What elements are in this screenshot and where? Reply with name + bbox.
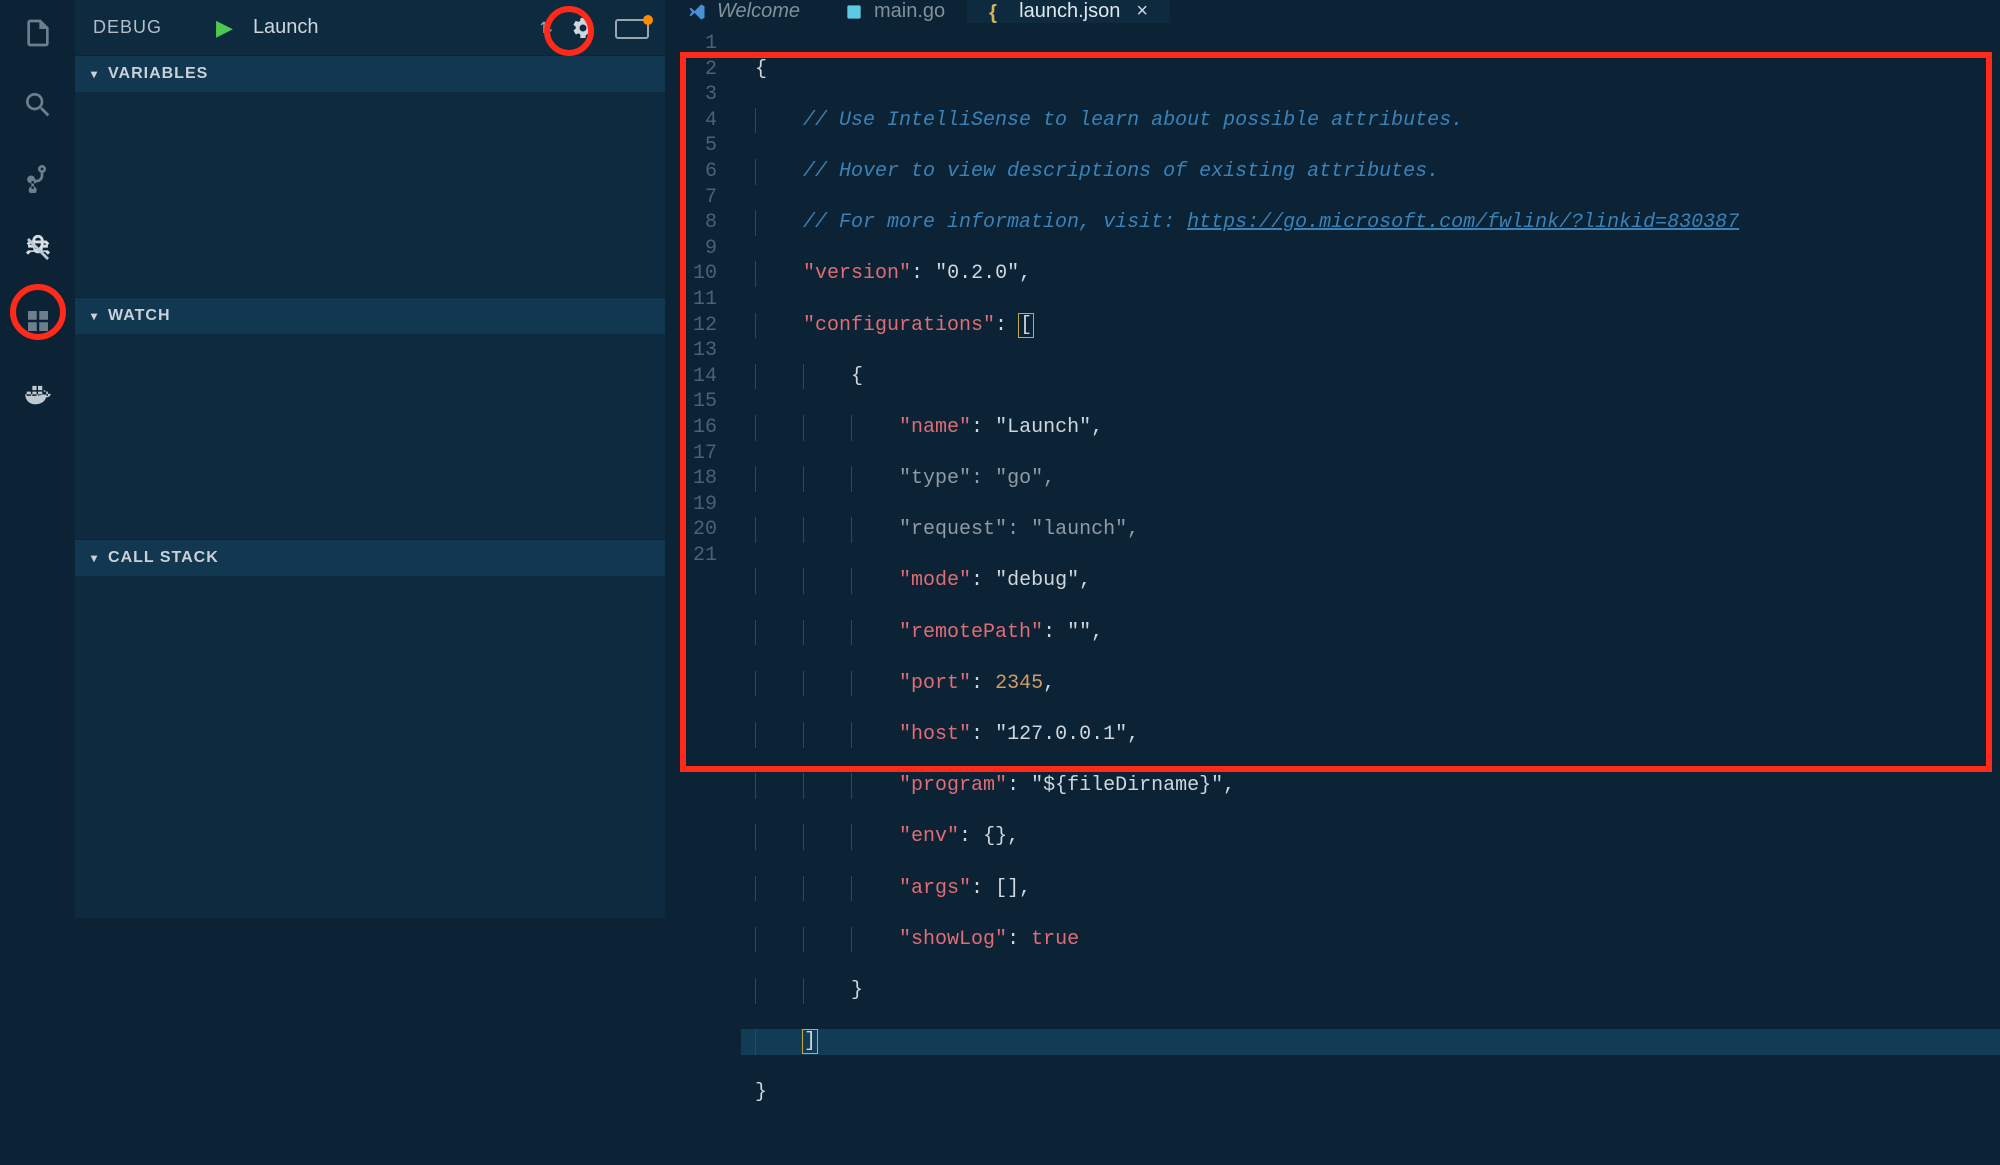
watch-body [75, 334, 665, 539]
extensions-icon[interactable] [20, 303, 56, 339]
close-icon[interactable]: × [1136, 0, 1148, 23]
debug-icon[interactable] [20, 231, 56, 267]
variables-body [75, 92, 665, 297]
config-stepper[interactable]: ⇅ [536, 18, 557, 38]
source-control-icon[interactable] [20, 159, 56, 195]
debug-console-icon[interactable] [615, 19, 647, 37]
editor-area: Welcome main.go { } launch.json × 1234 5… [665, 0, 2000, 918]
debug-config-select[interactable]: Launch [253, 16, 522, 39]
callstack-body [75, 576, 665, 918]
tab-label: Welcome [717, 0, 800, 23]
debug-sidebar: DEBUG ▶ Launch ⇅ VARIABLES WATCH CALL ST… [75, 0, 665, 918]
debug-title: DEBUG [93, 17, 162, 38]
tab-bar: Welcome main.go { } launch.json × [665, 0, 2000, 23]
docker-icon[interactable] [20, 375, 56, 411]
code-content[interactable]: { // Use IntelliSense to learn about pos… [741, 23, 2000, 1165]
editor-body[interactable]: 1234 5678 9101112 13141516 17181920 21 {… [665, 23, 2000, 1165]
go-file-icon [844, 2, 864, 22]
debug-header: DEBUG ▶ Launch ⇅ [75, 0, 665, 55]
tab-label: main.go [874, 0, 945, 23]
watch-section: WATCH [75, 297, 665, 334]
variables-section: VARIABLES [75, 55, 665, 92]
tab-label: launch.json [1019, 0, 1120, 23]
notification-dot [643, 15, 653, 25]
files-icon[interactable] [20, 15, 56, 51]
json-file-icon: { } [989, 2, 1009, 22]
tab-launch-json[interactable]: { } launch.json × [967, 0, 1170, 23]
tab-welcome[interactable]: Welcome [665, 0, 822, 23]
gear-icon[interactable] [571, 16, 595, 40]
tab-main-go[interactable]: main.go [822, 0, 967, 23]
search-icon[interactable] [20, 87, 56, 123]
line-gutter: 1234 5678 9101112 13141516 17181920 21 [665, 23, 741, 1165]
vscode-icon [687, 2, 707, 22]
activity-bar [0, 0, 75, 918]
callstack-section: CALL STACK [75, 539, 665, 576]
callstack-header[interactable]: CALL STACK [75, 540, 665, 576]
watch-header[interactable]: WATCH [75, 298, 665, 334]
variables-header[interactable]: VARIABLES [75, 56, 665, 92]
start-debug-button[interactable]: ▶ [216, 15, 233, 41]
